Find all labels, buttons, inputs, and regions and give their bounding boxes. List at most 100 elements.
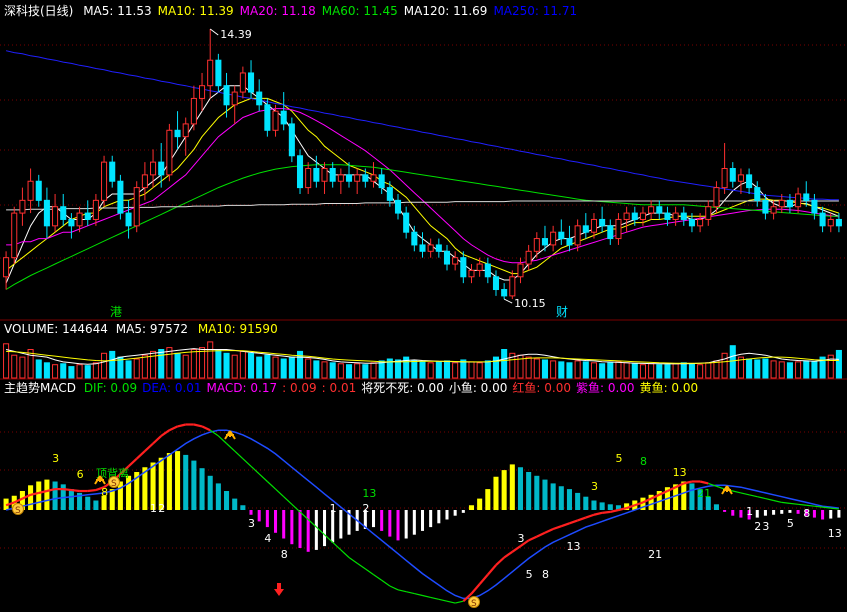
candle-body — [411, 231, 418, 246]
ma-line-ma60 — [5, 164, 839, 290]
macd-histogram-bar — [493, 476, 499, 510]
macd-histogram-bar — [36, 481, 42, 510]
candle-body — [68, 218, 75, 227]
candle-body — [141, 174, 148, 189]
volume-bar — [427, 362, 434, 379]
macd-dif-segment — [789, 502, 799, 505]
candle-body — [43, 199, 50, 227]
candle-body — [819, 212, 826, 227]
volume-bar — [182, 354, 189, 379]
macd-histogram-bar — [191, 460, 197, 510]
candle-body — [231, 91, 238, 106]
volume-panel-header: VOLUME: 144644 MA5: 97572 MA10: 91590 — [4, 321, 284, 337]
candle-body — [3, 257, 10, 278]
volume-bar — [590, 362, 597, 379]
volume-bar — [754, 359, 761, 379]
macd-dif-segment — [275, 488, 285, 498]
macd-count-label: 13 — [362, 487, 376, 500]
candle-body — [296, 155, 304, 189]
macd-dif-segment — [332, 541, 342, 551]
macd-count-label: 13 — [828, 527, 842, 540]
candle-body — [329, 168, 336, 182]
macd-dif-segment — [528, 535, 538, 542]
candle-body — [362, 174, 369, 182]
macd-dif-segment — [740, 492, 750, 496]
candle-body — [460, 257, 467, 278]
candle-body — [280, 110, 287, 125]
candle-body — [778, 199, 785, 208]
volume-bar — [452, 362, 459, 379]
candle-body — [158, 161, 165, 176]
volume-bar — [770, 360, 777, 379]
macd-histogram-bar — [599, 502, 605, 510]
macd-count-label: 2 — [362, 502, 369, 515]
candle-body — [599, 218, 606, 227]
volume-bar — [697, 364, 704, 379]
candle-body — [517, 263, 524, 278]
volume-bar — [313, 360, 320, 379]
stock-chart[interactable]: 14.3910.15港 财3681 2348131 235 8132135 8132112… — [0, 0, 847, 612]
volume-bar — [713, 360, 720, 379]
candle-body — [501, 289, 508, 297]
macd-dif-segment — [544, 528, 554, 534]
candle-body — [394, 199, 402, 214]
macd-count-label: 1 — [150, 502, 157, 515]
volume-bar — [321, 361, 328, 379]
macd-dif-segment — [585, 513, 595, 519]
volume-bar — [729, 345, 736, 379]
macd-dif-segment — [135, 450, 146, 460]
volume-bar — [639, 364, 646, 379]
candle-body — [566, 238, 573, 246]
macd-count-label: 8 — [281, 548, 288, 561]
candle-body — [264, 104, 271, 131]
macd-histogram-bar — [207, 475, 213, 510]
macd-count-label: 8 — [803, 507, 810, 520]
candle-body — [541, 238, 549, 246]
macd-histogram-bar — [224, 491, 230, 510]
volume-bar — [215, 349, 222, 379]
candle-body — [256, 91, 263, 106]
macd-histogram-bar — [183, 454, 189, 510]
candle-body — [737, 174, 744, 182]
volume-bar — [133, 358, 140, 379]
candle-body — [288, 123, 295, 157]
high-price-label: 14.39 — [220, 28, 252, 41]
volume-bar — [305, 358, 312, 379]
macd-dif-segment — [283, 496, 293, 505]
macd-dif-segment — [593, 511, 603, 516]
volume-bar — [574, 360, 581, 379]
volume-bar — [623, 362, 630, 379]
volume-bar — [631, 363, 638, 379]
event-tag-cai: 财 — [556, 305, 568, 319]
volume-bar — [484, 360, 491, 379]
candle-body — [786, 199, 793, 208]
volume-bar — [525, 356, 532, 379]
volume-bar — [443, 360, 451, 379]
high-price-pointer — [209, 28, 219, 36]
macd-histogram-bar — [126, 475, 132, 510]
macd-histogram-bar — [575, 492, 581, 510]
macd-dif-segment — [381, 579, 391, 587]
macd-count-label: 2 — [754, 520, 761, 533]
macd-dif-segment — [716, 485, 725, 490]
candle-body — [835, 218, 842, 227]
volume-bar — [60, 363, 67, 379]
volume-bar — [68, 366, 75, 379]
volume-bar — [599, 363, 606, 379]
macd-histogram-bar — [591, 500, 597, 510]
volume-bar — [125, 360, 132, 379]
volume-bar — [378, 360, 385, 379]
macd-dif-segment — [340, 549, 350, 558]
volume-bar — [786, 362, 793, 379]
candle-body — [574, 225, 581, 246]
volume-bar — [76, 364, 83, 379]
candle-body — [664, 212, 671, 220]
candle-body — [354, 174, 361, 182]
macd-legend-item: : 0.01 — [321, 381, 357, 395]
price-panel-header: 深科技(日线) MA5: 11.53 MA10: 11.39 MA20: 11.18… — [4, 3, 589, 19]
macd-legend-item: 红鱼: 0.00 — [512, 381, 571, 395]
volume-bar — [272, 356, 279, 379]
macd-dif-segment — [732, 490, 742, 494]
volume-bar — [672, 363, 679, 379]
macd-histogram-bar — [501, 470, 507, 510]
